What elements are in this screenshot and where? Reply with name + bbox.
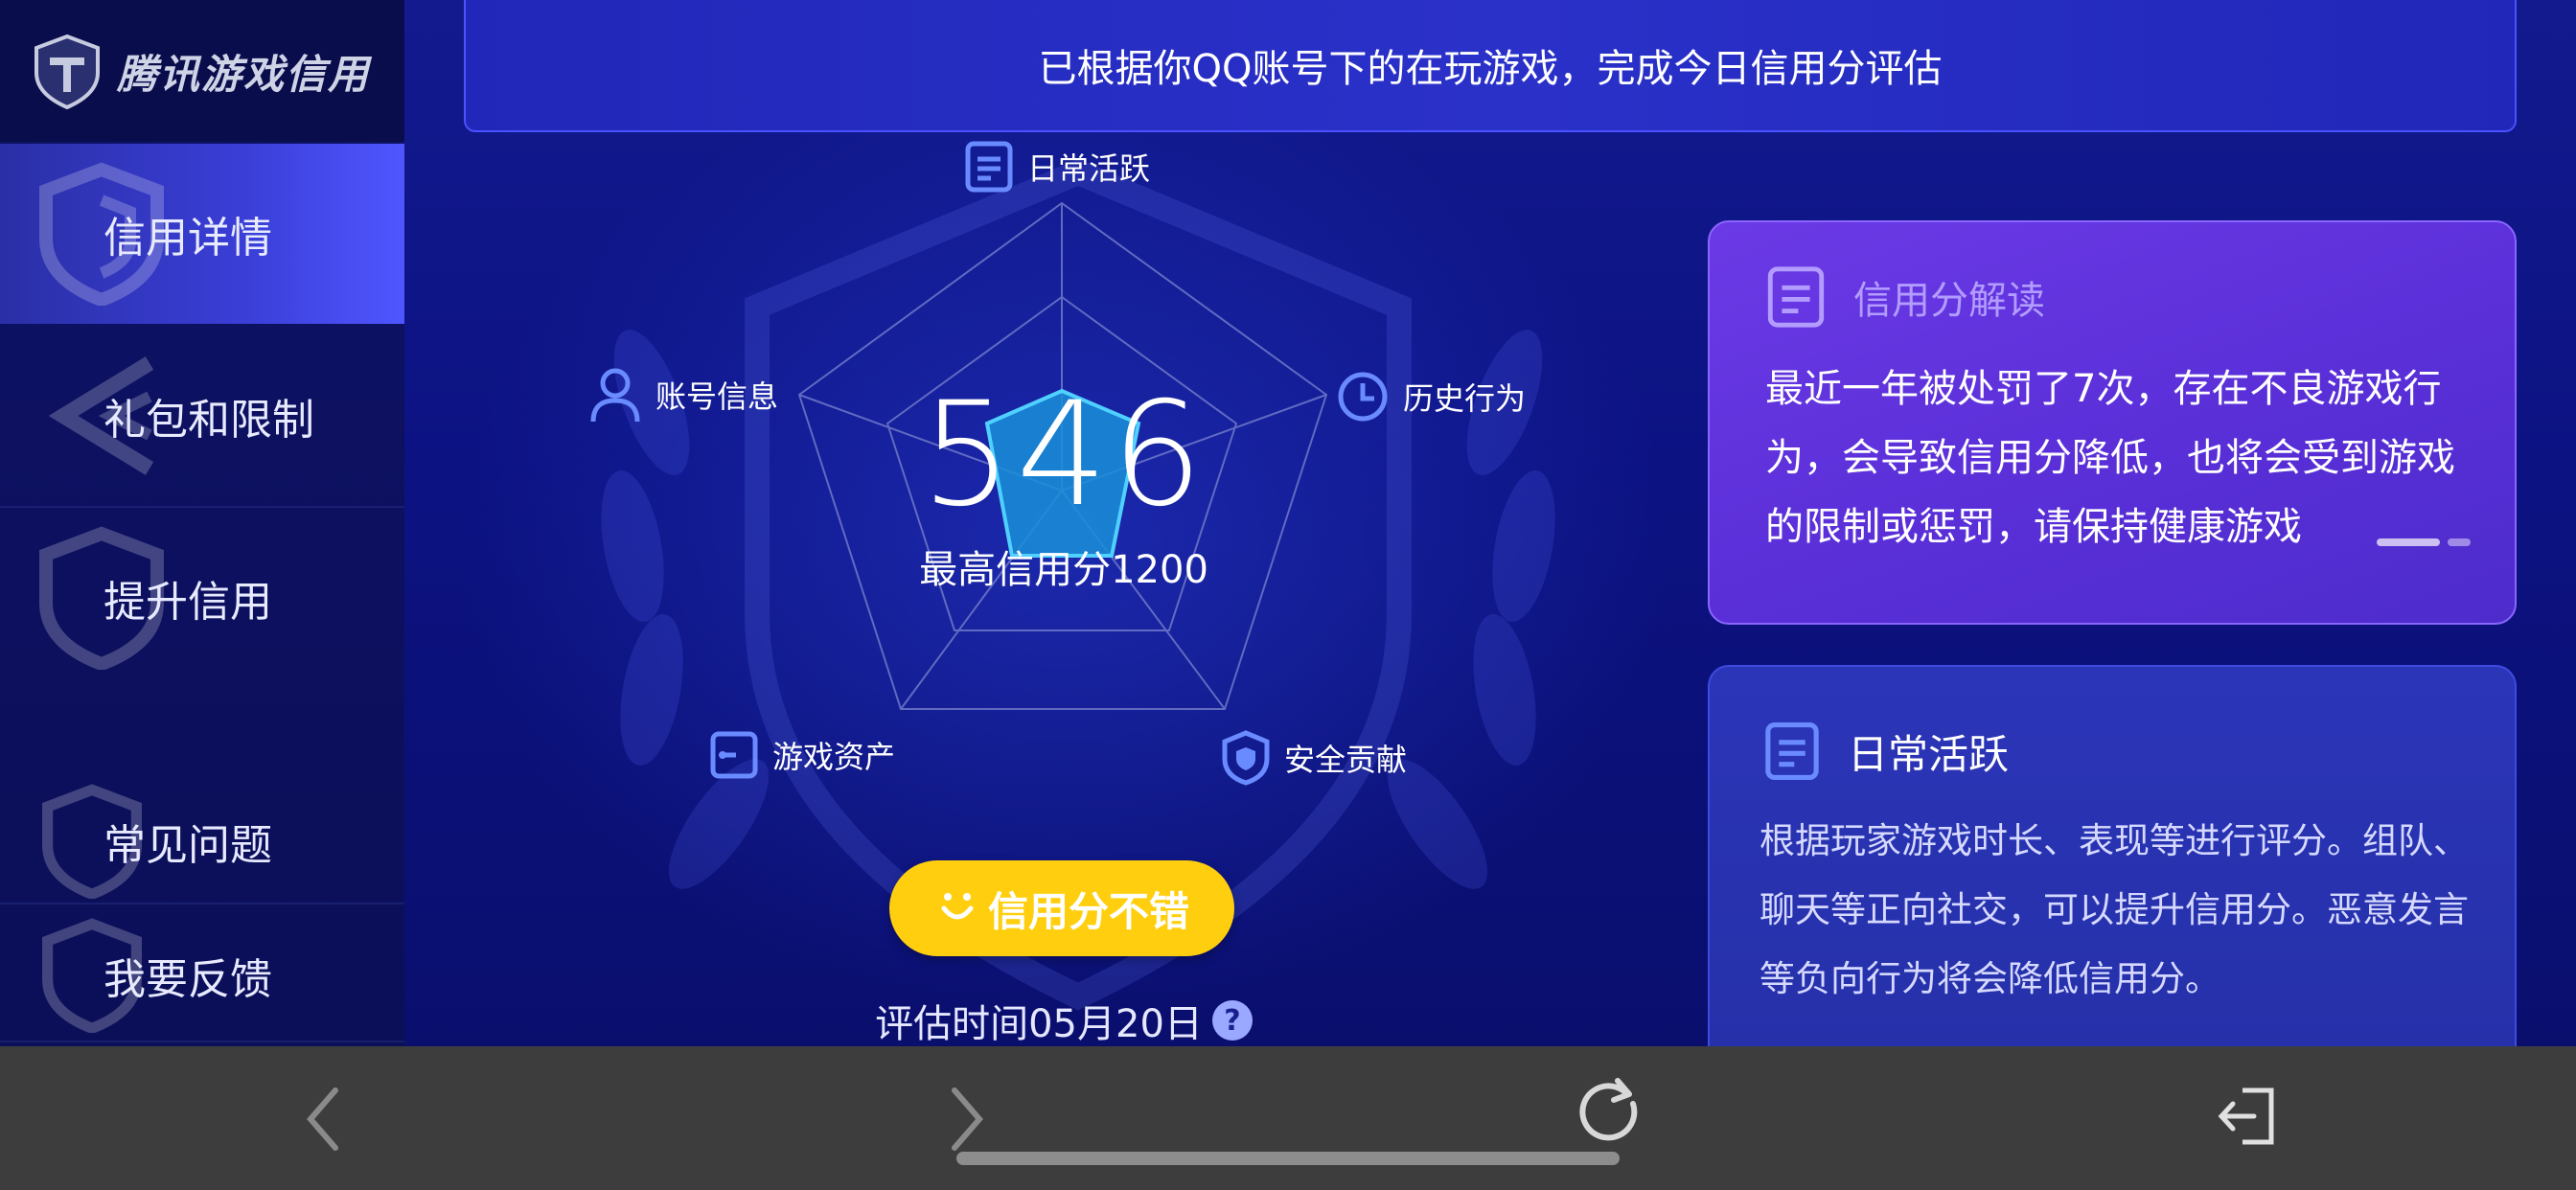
radar-label-game-assets: 游戏资产: [709, 730, 895, 780]
divider: [0, 1041, 404, 1042]
radar-label-text: 历史行为: [1403, 380, 1527, 417]
user-icon: [590, 368, 640, 423]
credit-interpretation-card: 信用分解读 最近一年被处罚了7次，存在不良游戏行为，会导致信用分降低，也将会受到…: [1708, 220, 2517, 625]
sidebar-item-improve-credit[interactable]: 提升信用: [0, 508, 404, 688]
sidebar-item-label: 提升信用: [104, 578, 272, 627]
smile-icon: [941, 893, 974, 920]
radar-label-text: 账号信息: [656, 378, 779, 415]
document-icon: [1765, 722, 1819, 780]
card-title: 日常活跃: [1763, 721, 2009, 782]
document-icon: [965, 141, 1013, 193]
card-title: 信用分解读: [1765, 264, 2045, 330]
radar-label-history: 历史行为: [1336, 370, 1526, 423]
radar-label-text: 安全贡献: [1284, 742, 1408, 778]
credit-score: 546: [920, 372, 1208, 538]
credit-status-button[interactable]: 信用分不错: [889, 860, 1234, 956]
browser-toolbar: [0, 1046, 2576, 1190]
document-icon: [1767, 266, 1825, 328]
card-title-text: 信用分解读: [1853, 279, 2045, 323]
sidebar-item-credit-details[interactable]: 信用详情: [0, 144, 404, 324]
brand-logo-icon: [34, 34, 100, 109]
card-title-text: 日常活跃: [1848, 730, 2010, 778]
divider: [0, 903, 404, 904]
radar-label-security: 安全贡献: [1221, 730, 1407, 786]
credit-status-label: 信用分不错: [987, 887, 1189, 935]
forward-icon[interactable]: [943, 1081, 991, 1157]
wallet-icon: [710, 731, 758, 779]
brand-name: 腾讯游戏信用: [117, 50, 371, 98]
home-indicator[interactable]: [956, 1152, 1620, 1165]
daily-activity-card: 日常活跃 根据玩家游戏时长、表现等进行评分。组队、聊天等正向社交，可以提升信用分…: [1708, 665, 2517, 1067]
carousel-dot: [2448, 538, 2471, 546]
sidebar-item-label: 信用详情: [104, 214, 272, 263]
card-body: 根据玩家游戏时长、表现等进行评分。组队、聊天等正向社交，可以提升信用分。恶意发言…: [1760, 820, 2469, 999]
radar-label-daily-activity: 日常活跃: [964, 140, 1150, 194]
radar-label-text: 游戏资产: [772, 739, 896, 775]
sidebar: 腾讯游戏信用 信用详情 礼包和限制 提升信用 常见问题 我要反馈: [0, 0, 404, 1046]
back-icon[interactable]: [299, 1081, 347, 1157]
evaluation-time-text: 评估时间05月20日: [875, 1002, 1203, 1046]
carousel-dot-active: [2377, 538, 2440, 546]
evaluation-time: 评估时间05月20日 ?: [843, 993, 1284, 1048]
card-body: 最近一年被处罚了7次，存在不良游戏行为，会导致信用分降低，也将会受到游戏的限制或…: [1765, 367, 2455, 549]
exit-icon[interactable]: [2214, 1083, 2281, 1150]
radar-label-account-info: 账号信息: [588, 366, 778, 423]
refresh-icon[interactable]: [1574, 1075, 1646, 1152]
help-icon[interactable]: ?: [1211, 1000, 1253, 1041]
sidebar-item-faq[interactable]: 常见问题: [0, 774, 404, 908]
shield-icon: [1222, 730, 1270, 786]
sidebar-item-gifts-limits[interactable]: 礼包和限制: [0, 326, 404, 506]
assessment-banner: 已根据你QQ账号下的在玩游戏，完成今日信用分评估: [464, 0, 2517, 132]
sidebar-item-label: 我要反馈: [104, 955, 272, 1004]
brand-header: 腾讯游戏信用: [0, 0, 404, 142]
sidebar-item-label: 礼包和限制: [104, 396, 314, 445]
carousel-indicator: [2377, 538, 2471, 546]
radar-label-text: 日常活跃: [1027, 150, 1151, 187]
clock-icon: [1338, 372, 1388, 422]
sidebar-item-feedback[interactable]: 我要反馈: [0, 908, 404, 1042]
max-score-label: 最高信用分1200: [919, 548, 1208, 592]
sidebar-item-label: 常见问题: [104, 821, 272, 870]
